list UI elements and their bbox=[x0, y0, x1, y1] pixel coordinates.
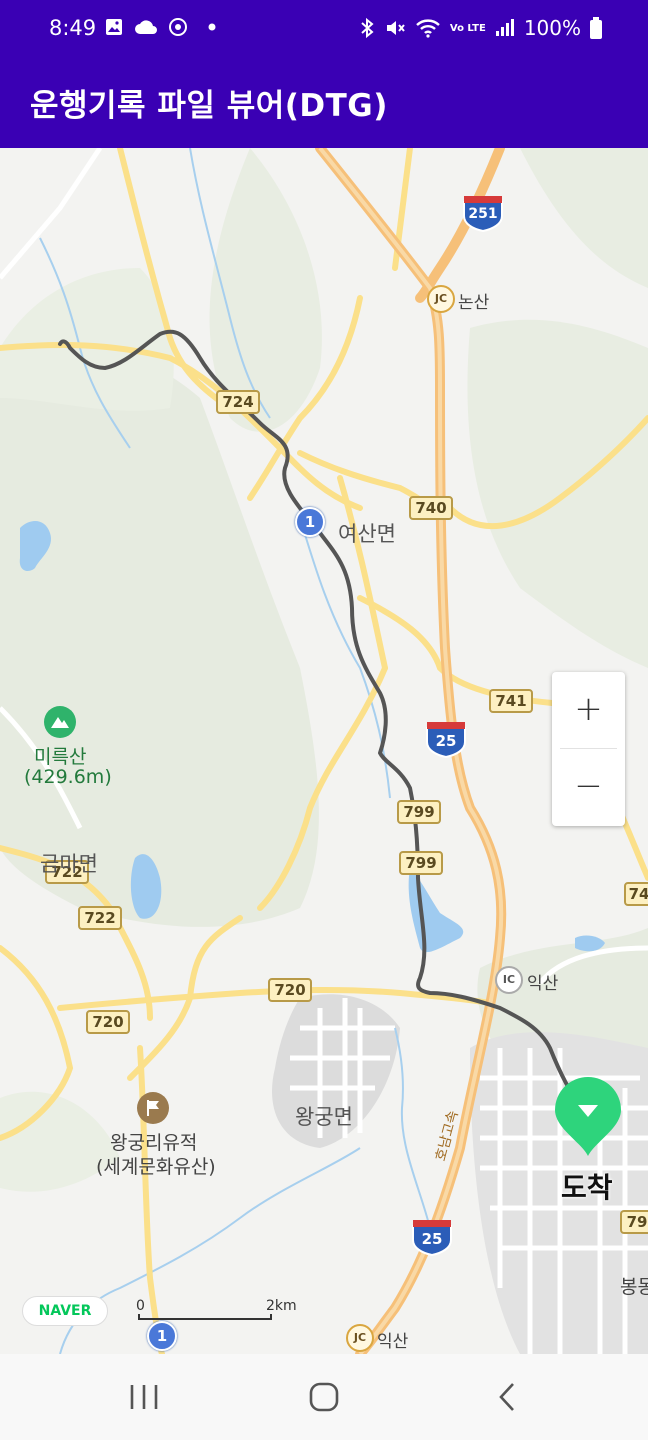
road-720-shield-west: 720 bbox=[86, 1010, 130, 1034]
junction-badge-iksan: JC bbox=[346, 1324, 374, 1352]
place-label-mireuksan-height: (429.6m) bbox=[24, 766, 112, 788]
app-bar: 운행기록 파일 뷰어(DTG) bbox=[0, 60, 648, 148]
back-icon bbox=[499, 1383, 514, 1411]
interchange-badge-iksan: IC bbox=[495, 966, 523, 994]
map-scale-bar: 0 2km bbox=[136, 1298, 306, 1326]
road-74x-shield: 74 bbox=[624, 882, 648, 906]
place-label-wanggung: 왕궁면 bbox=[295, 1105, 353, 1129]
place-label-world-heritage: (세계문화유산) bbox=[96, 1156, 216, 1178]
location-target-icon bbox=[169, 18, 187, 36]
road-799-shield-south: 799 bbox=[399, 851, 443, 875]
dot-icon bbox=[208, 23, 216, 31]
status-bar: 8:49 Vo LTE 100% bbox=[0, 0, 648, 60]
naver-logo[interactable]: NAVER bbox=[22, 1296, 108, 1326]
scale-start-label: 0 bbox=[136, 1298, 145, 1314]
mountain-icon bbox=[44, 706, 76, 738]
road-799-shield-north: 799 bbox=[397, 800, 441, 824]
battery-icon bbox=[590, 17, 602, 39]
road-741-shield: 741 bbox=[489, 689, 533, 713]
bluetooth-icon bbox=[361, 17, 374, 39]
back-button[interactable] bbox=[476, 1376, 536, 1418]
scale-end-label: 2km bbox=[266, 1298, 297, 1314]
battery-percent: 100% bbox=[523, 16, 581, 40]
place-label-iksan-jc: 익산 bbox=[377, 1332, 409, 1352]
place-label-wanggungri: 왕궁리유적 bbox=[110, 1132, 198, 1154]
cloud-icon bbox=[135, 20, 157, 34]
expressway-25-shield-south: 25 bbox=[410, 1218, 452, 1257]
recent-apps-icon bbox=[130, 1385, 158, 1409]
wifi-icon bbox=[416, 19, 440, 38]
zoom-in-button[interactable]: + bbox=[552, 672, 625, 749]
image-icon bbox=[106, 19, 122, 35]
national-route-1-marker: 1 bbox=[295, 507, 325, 537]
map-view[interactable]: 251 25 25 1 1 724 740 741 799 799 722 72… bbox=[0, 148, 648, 1354]
place-label-yeosan: 여산면 bbox=[338, 522, 396, 546]
place-label-nonsan: 논산 bbox=[458, 293, 490, 313]
heritage-site-icon bbox=[137, 1092, 169, 1124]
road-722-shield-south: 722 bbox=[78, 906, 122, 930]
road-740-shield: 740 bbox=[409, 496, 453, 520]
zoom-control: + − bbox=[552, 672, 625, 826]
home-button[interactable] bbox=[294, 1376, 354, 1418]
status-time: 8:49 bbox=[49, 16, 97, 40]
recent-apps-button[interactable] bbox=[114, 1376, 174, 1418]
arrival-label: 도착 bbox=[561, 1171, 613, 1204]
zoom-out-button[interactable]: − bbox=[552, 749, 625, 826]
network-type: Vo LTE bbox=[449, 22, 486, 34]
place-label-bong: 봉동 bbox=[620, 1276, 648, 1298]
road-724-shield: 724 bbox=[216, 390, 260, 414]
expressway-251-shield: 251 bbox=[461, 194, 503, 233]
signal-icon bbox=[495, 19, 514, 36]
status-right-icons: Vo LTE 100% bbox=[359, 16, 602, 40]
road-720-shield-east: 720 bbox=[268, 978, 312, 1002]
page-title: 운행기록 파일 뷰어(DTG) bbox=[30, 88, 388, 124]
status-left-icons bbox=[104, 17, 218, 37]
junction-badge-nonsan: JC bbox=[427, 285, 455, 313]
home-icon bbox=[309, 1382, 339, 1412]
place-label-geumma: 금마면 bbox=[40, 852, 98, 876]
mute-icon bbox=[386, 21, 405, 35]
road-79x-shield: 79 bbox=[620, 1210, 648, 1234]
place-label-iksan-ic: 익산 bbox=[527, 974, 559, 994]
place-label-mireuksan: 미륵산 bbox=[34, 746, 87, 768]
system-nav-bar bbox=[0, 1354, 648, 1440]
arrival-pin-icon[interactable] bbox=[553, 1076, 623, 1158]
scale-line bbox=[138, 1314, 272, 1320]
expressway-25-shield-north: 25 bbox=[424, 720, 466, 759]
